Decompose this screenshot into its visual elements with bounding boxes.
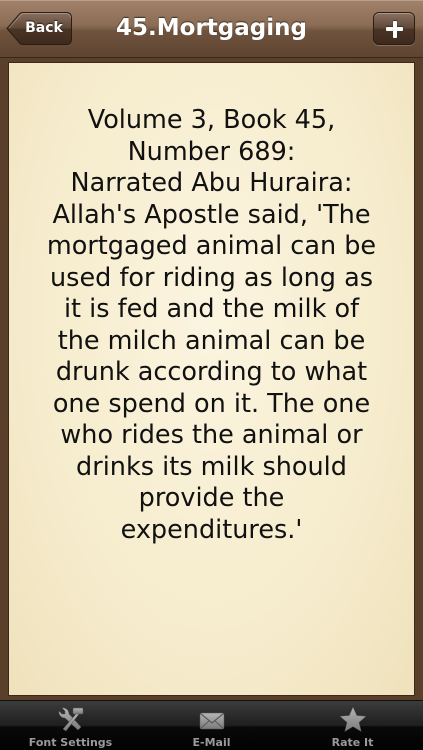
content-frame: Volume 3, Book 45, Number 689: Narrated … [0, 58, 423, 700]
navigation-bar: Back 45.Mortgaging [0, 0, 423, 58]
envelope-icon [197, 705, 227, 735]
back-button[interactable]: Back [6, 12, 72, 45]
add-button[interactable] [373, 12, 415, 45]
tab-rate-it-label: Rate It [331, 736, 374, 749]
hadith-text: Volume 3, Book 45, Number 689: Narrated … [46, 105, 377, 545]
parchment-panel[interactable]: Volume 3, Book 45, Number 689: Narrated … [8, 62, 415, 696]
tab-rate-it[interactable]: Rate It [282, 701, 423, 750]
tab-email-label: E-Mail [192, 736, 231, 749]
page-title: 45.Mortgaging [116, 15, 307, 41]
tab-font-settings[interactable]: Font Settings [0, 701, 141, 750]
back-button-label: Back [25, 20, 63, 36]
star-icon [338, 705, 368, 735]
tools-icon [56, 705, 86, 735]
app-screen: Back 45.Mortgaging Volume 3, Book 45, Nu… [0, 0, 423, 750]
tab-bar: Font Settings E-Mail Rate It [0, 700, 423, 750]
tab-email[interactable]: E-Mail [141, 701, 282, 750]
tab-font-settings-label: Font Settings [28, 736, 113, 749]
